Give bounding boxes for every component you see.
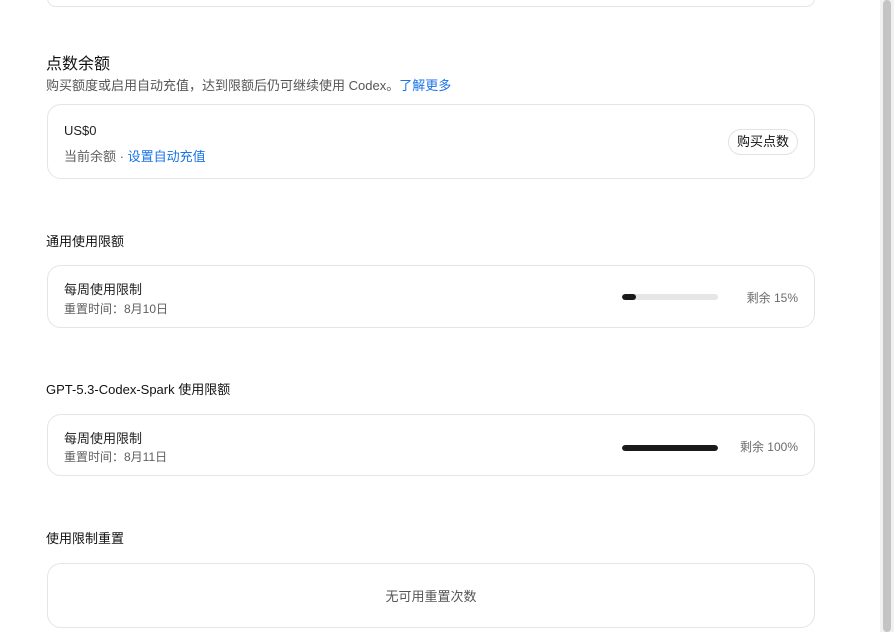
usage-progress-fill [622, 294, 637, 300]
credit-balance-row: 当前余额 · 设置自动充值 [64, 146, 206, 165]
buy-credits-button[interactable]: 购买点数 [727, 129, 798, 155]
balance-label: 当前余额 · [64, 149, 128, 164]
general-weekly-limit-card: 每周使用限制 重置时间：8月10日 剩余 15% [47, 265, 815, 328]
general-limits-heading: 通用使用限额 [46, 234, 125, 249]
usage-progress-fill [622, 445, 718, 451]
scrollbar-thumb[interactable] [883, 0, 891, 632]
remaining-percent: 剩余 15% [746, 291, 798, 305]
usage-progress-bar [622, 445, 718, 451]
weekly-limit-title: 每周使用限制 [64, 431, 143, 446]
credits-description-text: 购买额度或启用自动充值，达到限额后仍可继续使用 Codex。 [46, 78, 400, 93]
previous-card [47, 0, 815, 7]
remaining-percent: 剩余 100% [739, 440, 798, 454]
credits-description: 购买额度或启用自动充值，达到限额后仍可继续使用 Codex。了解更多 [46, 75, 451, 94]
credit-amount: US$0 [64, 123, 97, 138]
spark-limits-heading: GPT-5.3-Codex-Spark 使用限额 [46, 382, 231, 397]
reset-date: 重置时间：8月10日 [64, 302, 169, 316]
learn-more-link[interactable]: 了解更多 [399, 78, 451, 93]
auto-recharge-link[interactable]: 设置自动充值 [128, 149, 206, 164]
spark-weekly-limit-card: 每周使用限制 重置时间：8月11日 剩余 100% [47, 414, 815, 476]
reset-card: 无可用重置次数 [47, 563, 815, 628]
scrollbar-track[interactable] [880, 0, 894, 632]
reset-heading: 使用限制重置 [46, 531, 125, 546]
weekly-limit-title: 每周使用限制 [64, 282, 143, 297]
usage-progress-bar [622, 294, 718, 300]
credits-title: 点数余额 [46, 56, 111, 73]
no-resets-text: 无可用重置次数 [385, 589, 477, 604]
reset-date: 重置时间：8月11日 [64, 450, 168, 464]
credits-card: US$0 当前余额 · 设置自动充值 购买点数 [47, 104, 815, 179]
